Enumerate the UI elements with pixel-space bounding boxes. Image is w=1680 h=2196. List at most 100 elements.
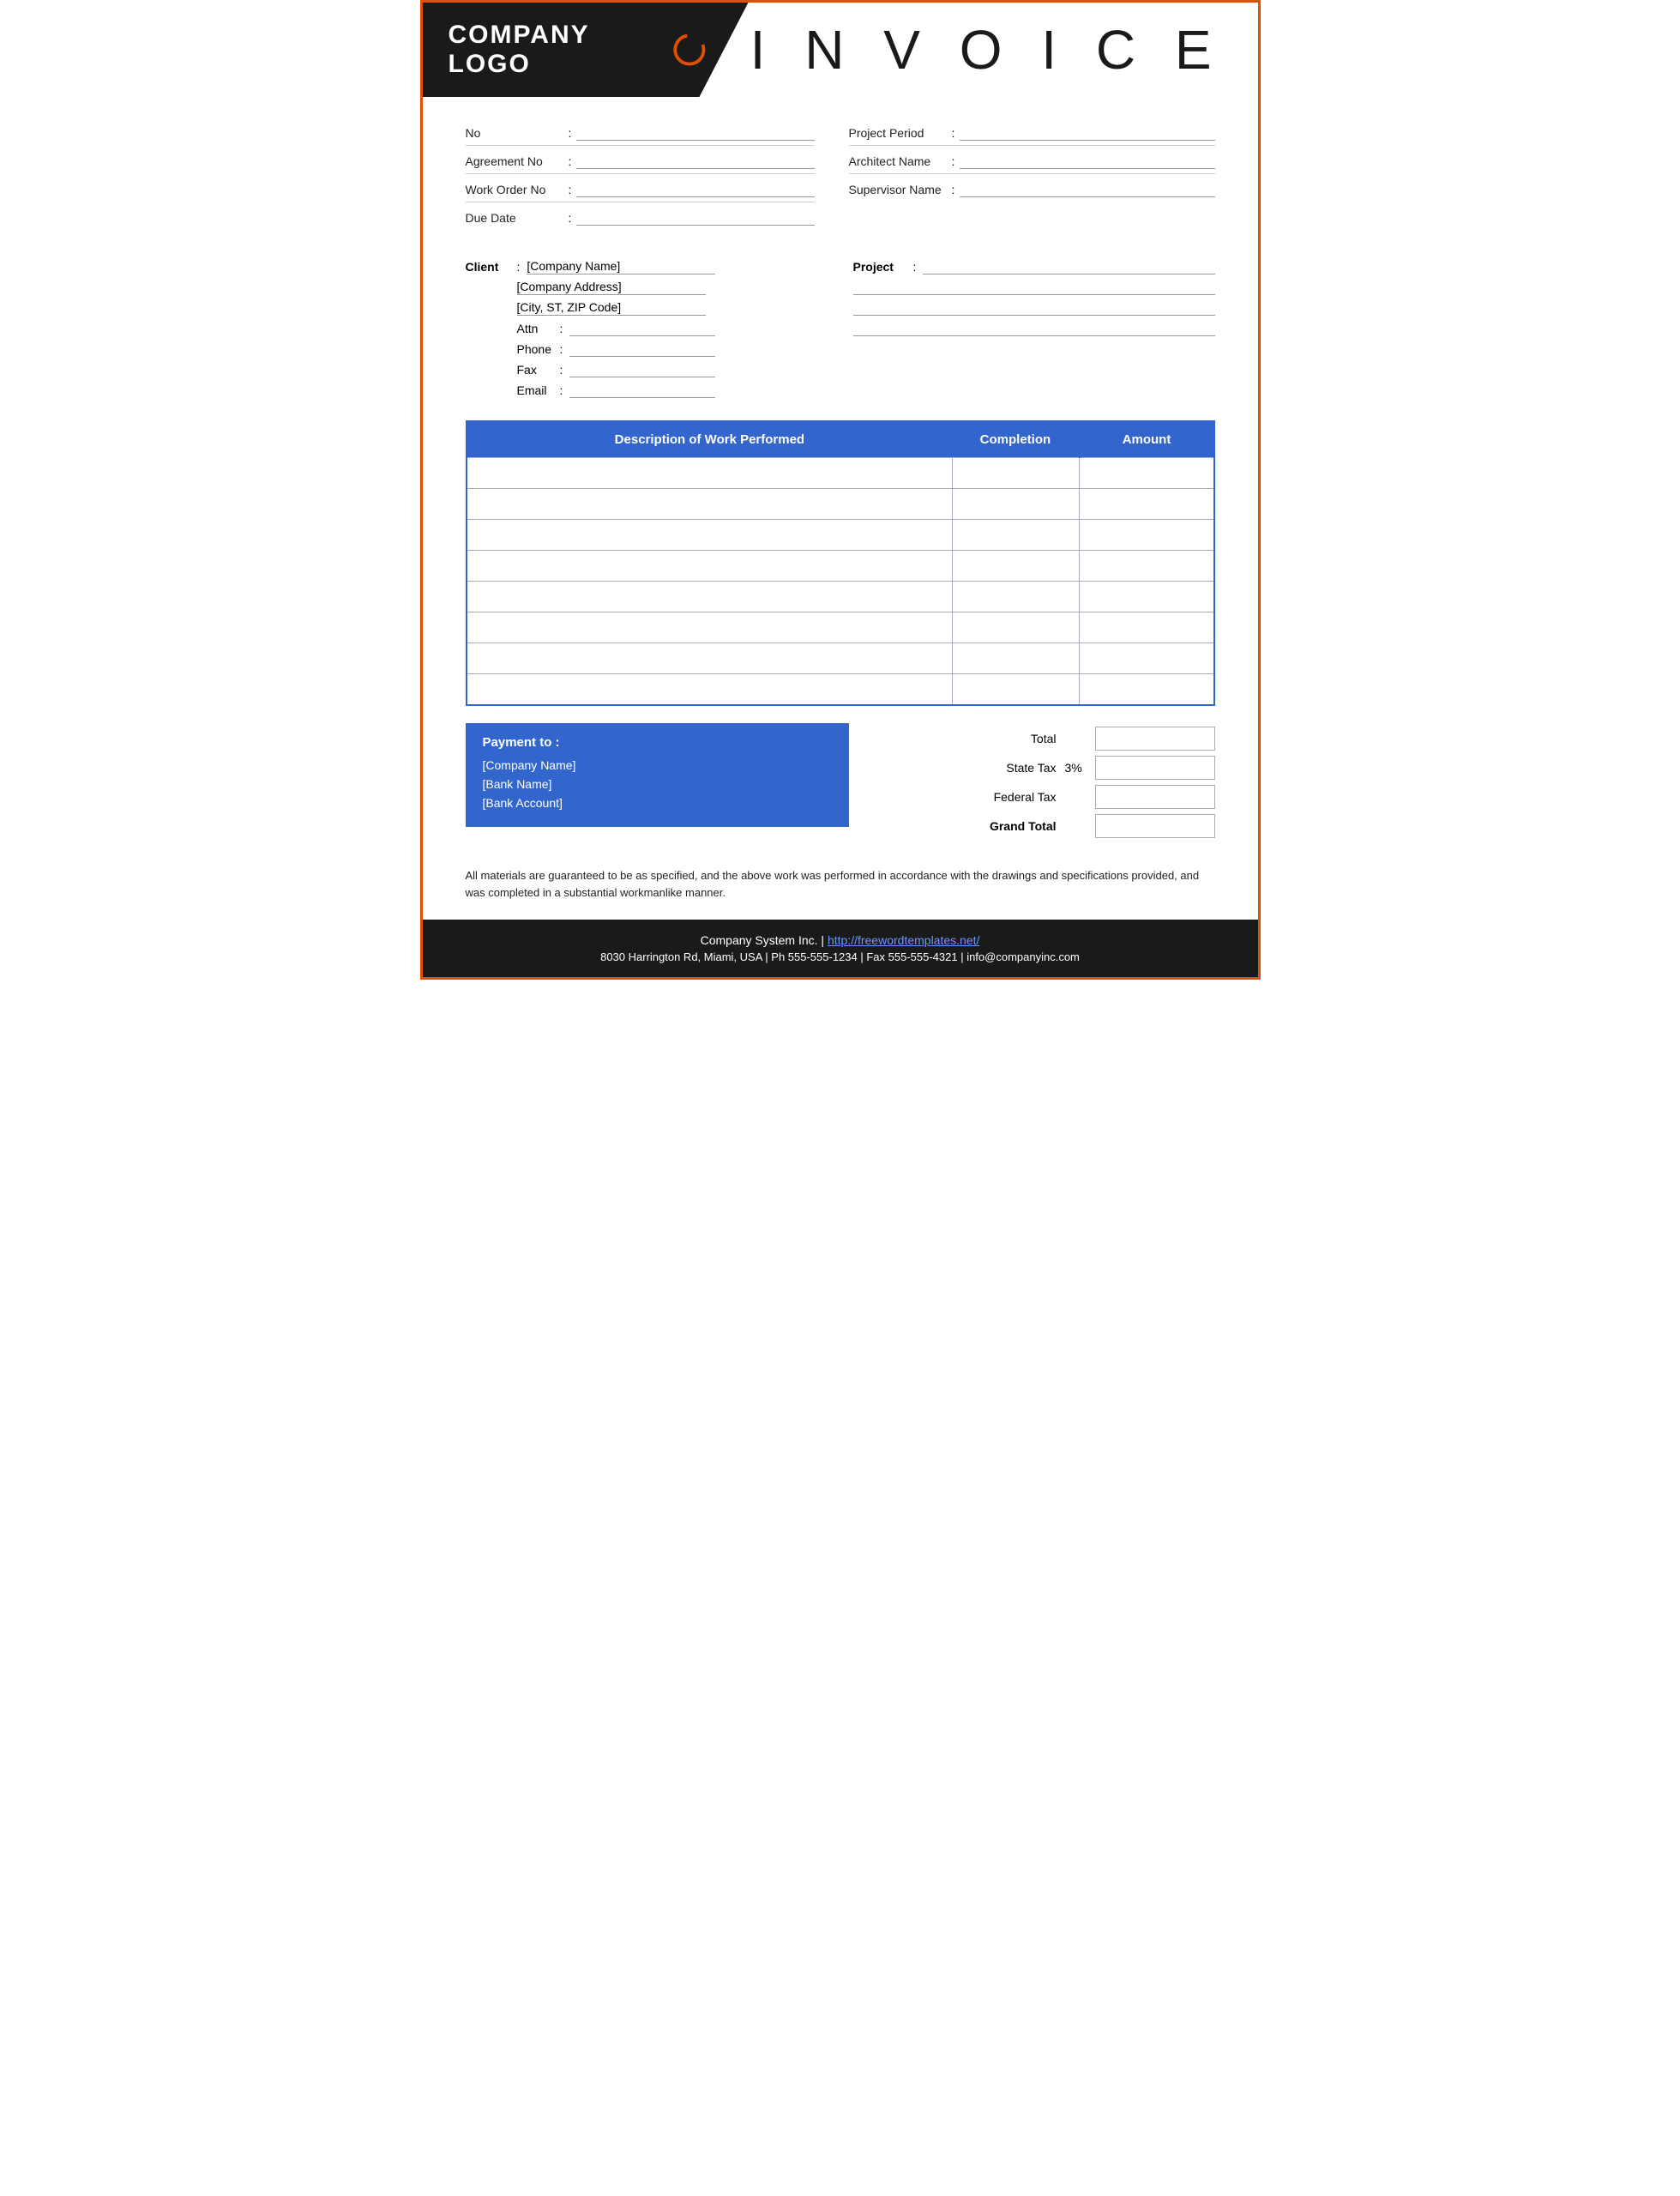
footer: Company System Inc. | http://freewordtem… bbox=[423, 920, 1258, 977]
client-company-address: [Company Address] bbox=[517, 280, 706, 295]
client-label: Client bbox=[466, 260, 517, 274]
client-row-attn: Attn : bbox=[466, 321, 828, 336]
client-phone-label: Phone bbox=[517, 342, 560, 356]
info-label-no: No bbox=[466, 126, 569, 140]
table-header-row: Description of Work Performed Completion… bbox=[467, 421, 1214, 458]
total-value[interactable] bbox=[1095, 727, 1215, 751]
state-tax-value[interactable] bbox=[1095, 756, 1215, 780]
info-row-supervisor: Supervisor Name : bbox=[849, 178, 1215, 202]
federal-tax-label: Federal Tax bbox=[971, 790, 1057, 804]
info-label-period: Project Period bbox=[849, 126, 952, 140]
info-value-supervisor bbox=[960, 182, 1214, 197]
client-company-name: [Company Name] bbox=[527, 259, 715, 274]
project-sub-row-2 bbox=[853, 300, 1215, 316]
header: COMPANY LOGO I N V O I C E bbox=[423, 3, 1258, 97]
state-tax-percent: 3% bbox=[1065, 761, 1087, 775]
invoice-title-block: I N V O I C E bbox=[749, 3, 1258, 97]
logo-text: COMPANY LOGO bbox=[449, 21, 668, 79]
client-fax-value bbox=[569, 362, 715, 377]
client-row-email: Email : bbox=[466, 383, 828, 398]
payment-company-name: [Company Name] bbox=[483, 758, 832, 772]
info-label-duedate: Due Date bbox=[466, 211, 569, 225]
grand-total-value[interactable] bbox=[1095, 814, 1215, 838]
info-label-agreement: Agreement No bbox=[466, 154, 569, 168]
totals-block: Total State Tax 3% Federal Tax Grand Tot… bbox=[866, 723, 1215, 838]
table-section: Description of Work Performed Completion… bbox=[423, 420, 1258, 706]
project-row-main: Project : bbox=[853, 259, 1215, 274]
table-row bbox=[467, 458, 1214, 489]
disclaimer-text: All materials are guaranteed to be as sp… bbox=[466, 869, 1200, 900]
info-label-workorder: Work Order No bbox=[466, 183, 569, 196]
info-label-supervisor: Supervisor Name bbox=[849, 183, 952, 196]
client-email-value bbox=[569, 383, 715, 398]
info-value-duedate bbox=[576, 210, 814, 226]
client-row-fax: Fax : bbox=[466, 362, 828, 377]
table-header-description: Description of Work Performed bbox=[467, 421, 953, 458]
info-value-workorder bbox=[576, 182, 814, 197]
client-row-city: [City, ST, ZIP Code] bbox=[466, 300, 828, 316]
footer-website[interactable]: http://freewordtemplates.net/ bbox=[828, 933, 979, 947]
client-phone-value bbox=[569, 341, 715, 357]
project-sub-row-3 bbox=[853, 321, 1215, 336]
info-left: No : Agreement No : Work Order No : Due … bbox=[466, 121, 840, 233]
table-row bbox=[467, 643, 1214, 674]
project-line-2 bbox=[853, 300, 1215, 316]
info-row-workorder: Work Order No : bbox=[466, 178, 815, 202]
footer-company: Company System Inc. bbox=[701, 933, 818, 947]
footer-address: 8030 Harrington Rd, Miami, USA | Ph 555-… bbox=[600, 950, 1080, 963]
client-attn-label: Attn bbox=[517, 322, 560, 335]
table-header-completion: Completion bbox=[952, 421, 1079, 458]
client-section: Client : [Company Name] [Company Address… bbox=[423, 242, 1258, 420]
info-row-architect: Architect Name : bbox=[849, 149, 1215, 174]
logo-icon bbox=[673, 33, 706, 67]
info-value-architect bbox=[960, 154, 1214, 169]
info-right: Project Period : Architect Name : Superv… bbox=[840, 121, 1215, 233]
project-sub-row-1 bbox=[853, 280, 1215, 295]
payment-title: Payment to : bbox=[483, 735, 832, 750]
client-block: Client : [Company Name] [Company Address… bbox=[466, 259, 828, 403]
project-line-3 bbox=[853, 321, 1215, 336]
table-row bbox=[467, 612, 1214, 643]
info-row-period: Project Period : bbox=[849, 121, 1215, 146]
info-value-agreement bbox=[576, 154, 814, 169]
total-row-federal-tax: Federal Tax bbox=[866, 785, 1215, 809]
info-section: No : Agreement No : Work Order No : Due … bbox=[423, 97, 1258, 242]
total-label: Total bbox=[971, 732, 1057, 745]
project-value bbox=[923, 259, 1214, 274]
table-row bbox=[467, 582, 1214, 612]
info-row-no: No : bbox=[466, 121, 815, 146]
table-row bbox=[467, 489, 1214, 520]
info-value-period bbox=[960, 125, 1214, 141]
footer-line2: 8030 Harrington Rd, Miami, USA | Ph 555-… bbox=[440, 950, 1241, 963]
disclaimer: All materials are guaranteed to be as sp… bbox=[423, 855, 1258, 920]
table-row bbox=[467, 551, 1214, 582]
footer-separator: | bbox=[821, 933, 828, 947]
client-city-zip: [City, ST, ZIP Code] bbox=[517, 300, 706, 316]
table-header-amount: Amount bbox=[1080, 421, 1214, 458]
info-row-agreement: Agreement No : bbox=[466, 149, 815, 174]
client-fax-label: Fax bbox=[517, 363, 560, 377]
table-row bbox=[467, 520, 1214, 551]
work-table: Description of Work Performed Completion… bbox=[466, 420, 1215, 706]
client-row-phone: Phone : bbox=[466, 341, 828, 357]
client-row-main: Client : [Company Name] bbox=[466, 259, 828, 274]
info-grid: No : Agreement No : Work Order No : Due … bbox=[466, 121, 1215, 233]
table-row bbox=[467, 674, 1214, 705]
logo-block: COMPANY LOGO bbox=[423, 3, 749, 97]
footer-line1: Company System Inc. | http://freewordtem… bbox=[440, 933, 1241, 947]
state-tax-label: State Tax bbox=[971, 761, 1057, 775]
table-body bbox=[467, 458, 1214, 705]
info-label-architect: Architect Name bbox=[849, 154, 952, 168]
payment-bank-name: [Bank Name] bbox=[483, 777, 832, 791]
info-row-duedate: Due Date : bbox=[466, 206, 815, 230]
invoice-title: I N V O I C E bbox=[750, 18, 1224, 81]
client-email-label: Email bbox=[517, 383, 560, 397]
federal-tax-value[interactable] bbox=[1095, 785, 1215, 809]
info-value-no bbox=[576, 125, 814, 141]
project-block: Project : bbox=[853, 259, 1215, 403]
project-label: Project bbox=[853, 260, 913, 274]
payment-section: Payment to : [Company Name] [Bank Name] … bbox=[423, 723, 1258, 855]
total-row-total: Total bbox=[866, 727, 1215, 751]
payment-block: Payment to : [Company Name] [Bank Name] … bbox=[466, 723, 849, 827]
grand-total-label: Grand Total bbox=[971, 819, 1057, 833]
